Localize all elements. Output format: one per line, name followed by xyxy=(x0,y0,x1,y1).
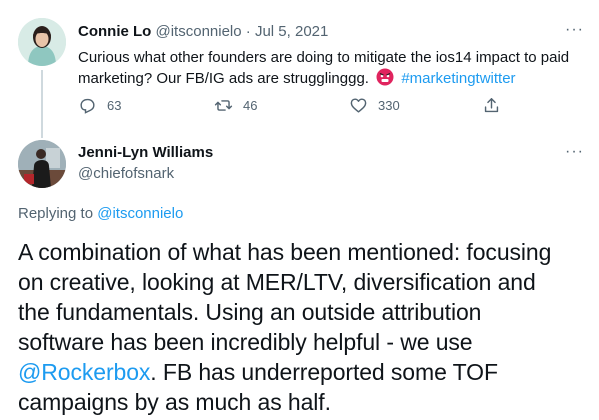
avatar-connie-image xyxy=(18,18,66,66)
avatar-connie[interactable] xyxy=(18,18,66,66)
replying-to-label: Replying to xyxy=(18,205,94,222)
reply-text-line1: A combination of what has been mentioned… xyxy=(18,239,552,265)
reply-author-handle[interactable]: @chiefofsnark xyxy=(78,165,174,182)
reply-text-line2: on creative, looking at MER/LTV, diversi… xyxy=(18,269,536,295)
reply-text-line5-rest: . FB has underreported some TOF xyxy=(150,359,498,385)
tweet-text-line2-prefix: marketing? Our FB/IG ads are strugglingg… xyxy=(78,70,369,87)
author-name[interactable]: Connie Lo xyxy=(78,23,151,40)
reply-count: 63 xyxy=(107,98,122,113)
like-action[interactable]: 330 xyxy=(349,96,400,115)
reply-author-name[interactable]: Jenni-Lyn Williams xyxy=(78,144,213,161)
thread-line xyxy=(41,70,43,138)
hashtag-link[interactable]: #marketingtwitter xyxy=(401,70,515,87)
header-separator: · xyxy=(245,23,251,40)
retweet-icon xyxy=(214,100,233,111)
reply-text-line4: software has been incredibly helpful - w… xyxy=(18,329,473,355)
reply-text-line3: the fundamentals. Using an outside attri… xyxy=(18,299,482,325)
reply-more-icon[interactable]: ··· xyxy=(565,143,584,161)
more-icon[interactable]: ··· xyxy=(565,21,584,39)
retweet-action[interactable]: 46 xyxy=(214,96,257,115)
emoji-angry-icon xyxy=(376,68,394,86)
tweet-header: Connie Lo @itsconnielo · Jul 5, 2021 xyxy=(78,23,328,40)
tweet-date[interactable]: Jul 5, 2021 xyxy=(255,23,328,40)
reply-icon xyxy=(80,98,95,114)
share-action[interactable] xyxy=(482,96,501,115)
avatar-jenni-image xyxy=(18,140,66,188)
like-icon xyxy=(350,98,367,113)
like-count: 330 xyxy=(378,98,400,113)
reply-text: A combination of what has been mentioned… xyxy=(18,237,596,417)
tweet-text: Curious what other founders are doing to… xyxy=(78,47,593,89)
retweet-count: 46 xyxy=(243,98,258,113)
avatar-jenni[interactable] xyxy=(18,140,66,188)
tweet-text-line2: marketing? Our FB/IG ads are strugglingg… xyxy=(78,68,593,89)
reply-text-line5: @Rockerbox. FB has underreported some TO… xyxy=(18,357,596,387)
author-handle[interactable]: @itsconnielo xyxy=(156,23,242,40)
share-icon xyxy=(484,98,499,113)
reply-text-line6: campaigns by as much as half. xyxy=(18,389,331,415)
reply-action[interactable]: 63 xyxy=(78,96,121,115)
rockerbox-mention[interactable]: @Rockerbox xyxy=(18,359,150,385)
replying-to-handle[interactable]: @itsconnielo xyxy=(97,205,183,222)
tweet-text-line1: Curious what other founders are doing to… xyxy=(78,49,570,66)
replying-to: Replying to @itsconnielo xyxy=(18,205,183,222)
